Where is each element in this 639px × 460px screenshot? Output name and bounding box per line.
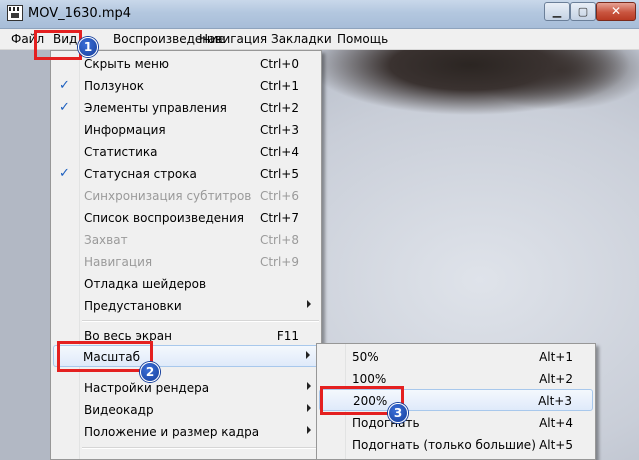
zoom-item-fit-larger-only[interactable]: Подогнать (только большие) Alt+5	[319, 434, 593, 456]
menu-item-controls[interactable]: ✓ Элементы управления Ctrl+2	[53, 97, 319, 119]
menu-item-capture: Захват Ctrl+8	[53, 229, 319, 251]
menu-item-shortcut: Ctrl+5	[259, 167, 299, 181]
menu-item-label: Положение и размер кадра	[84, 425, 260, 439]
menu-item-shortcut: Alt+4	[539, 416, 573, 430]
checkmark-icon: ✓	[59, 78, 70, 93]
menu-item-shortcut: Alt+2	[539, 372, 573, 386]
menu-item-seekbar[interactable]: ✓ Ползунок Ctrl+1	[53, 75, 319, 97]
submenu-arrow-icon	[307, 426, 311, 434]
menu-item-shortcut: Ctrl+9	[259, 255, 299, 269]
window-title: MOV_1630.mp4	[28, 6, 132, 21]
menu-item-label: Статусная строка	[84, 167, 197, 181]
submenu-arrow-icon	[307, 382, 311, 390]
menu-help[interactable]: Помощь	[337, 32, 388, 46]
view-menu: Скрыть меню Ctrl+0 ✓ Ползунок Ctrl+1 ✓ Э…	[50, 50, 322, 460]
menu-item-video-frame[interactable]: Видеокадр	[53, 399, 319, 421]
menu-item-label: Статистика	[84, 145, 158, 159]
step-badge-2: 2	[140, 362, 160, 382]
menu-item-status-bar[interactable]: ✓ Статусная строка Ctrl+5	[53, 163, 319, 185]
menu-item-subtitle-sync: Синхронизация субтитров Ctrl+6	[53, 185, 319, 207]
menu-separator	[82, 320, 319, 322]
submenu-arrow-icon	[307, 404, 311, 412]
minimize-button[interactable]: ▁	[544, 2, 570, 21]
menu-item-label: Информация	[84, 123, 166, 137]
menu-item-shortcut: Ctrl+8	[259, 233, 299, 247]
title-bar: MOV_1630.mp4 ▁ ▢ ✕	[0, 0, 639, 29]
menu-item-label: Элементы управления	[84, 101, 227, 115]
annotation-box-view-menu	[34, 30, 82, 60]
menu-item-label: Подогнать	[352, 416, 420, 430]
menu-navigation[interactable]: Навигация	[199, 32, 267, 46]
menu-item-shortcut: F11	[276, 329, 299, 343]
menu-item-label: Ползунок	[84, 79, 144, 93]
menu-item-information[interactable]: Информация Ctrl+3	[53, 119, 319, 141]
menu-item-label: Настройки рендера	[84, 381, 210, 395]
menu-item-label: Скрыть меню	[84, 57, 169, 71]
menu-item-label: Отладка шейдеров	[84, 277, 207, 291]
menu-item-navigation: Навигация Ctrl+9	[53, 251, 319, 273]
step-badge-3: 3	[388, 403, 408, 423]
menu-item-label: 50%	[352, 350, 379, 364]
menu-item-shortcut: Ctrl+6	[259, 189, 299, 203]
menu-item-label: Навигация	[84, 255, 153, 269]
menu-item-label: Синхронизация субтитров	[84, 189, 252, 203]
annotation-box-zoom	[57, 341, 153, 372]
checkmark-icon: ✓	[59, 166, 70, 181]
menu-item-shortcut: Ctrl+2	[259, 101, 299, 115]
menu-item-label: Захват	[84, 233, 128, 247]
menu-item-presets[interactable]: Предустановки	[53, 295, 319, 317]
menu-item-shortcut: Alt+1	[539, 350, 573, 364]
zoom-item-50[interactable]: 50% Alt+1	[319, 346, 593, 368]
menu-item-frame-position-size[interactable]: Положение и размер кадра	[53, 421, 319, 443]
menu-item-label: Предустановки	[84, 299, 182, 313]
submenu-arrow-icon	[307, 300, 311, 308]
menu-item-hide-menu[interactable]: Скрыть меню Ctrl+0	[53, 53, 319, 75]
menu-item-label: Видеокадр	[84, 403, 154, 417]
menu-item-shortcut: Alt+3	[538, 394, 572, 408]
menu-item-playlist[interactable]: Список воспроизведения Ctrl+7	[53, 207, 319, 229]
menu-item-shader-debug[interactable]: Отладка шейдеров	[53, 273, 319, 295]
menu-item-render-settings[interactable]: Настройки рендера	[53, 377, 319, 399]
menu-item-shortcut: Ctrl+3	[259, 123, 299, 137]
submenu-arrow-icon	[306, 351, 310, 359]
menu-item-shortcut: Ctrl+4	[259, 145, 299, 159]
menu-bookmarks[interactable]: Закладки	[271, 32, 332, 46]
menu-item-shortcut: Ctrl+1	[259, 79, 299, 93]
close-button[interactable]: ✕	[596, 2, 636, 21]
menu-item-shortcut: Ctrl+0	[259, 57, 299, 71]
menu-item-statistics[interactable]: Статистика Ctrl+4	[53, 141, 319, 163]
zoom-item-fit[interactable]: Подогнать Alt+4	[319, 412, 593, 434]
menu-item-shortcut: Alt+5	[539, 438, 573, 452]
maximize-button[interactable]: ▢	[570, 2, 596, 21]
film-clapper-icon	[7, 5, 23, 21]
menu-item-shortcut: Ctrl+7	[259, 211, 299, 225]
checkmark-icon: ✓	[59, 100, 70, 115]
menu-separator	[82, 447, 319, 449]
menu-item-label: Список воспроизведения	[84, 211, 245, 225]
menu-item-label: 100%	[352, 372, 387, 386]
menu-item-label: Подогнать (только большие)	[352, 438, 536, 452]
step-badge-1: 1	[78, 37, 98, 57]
